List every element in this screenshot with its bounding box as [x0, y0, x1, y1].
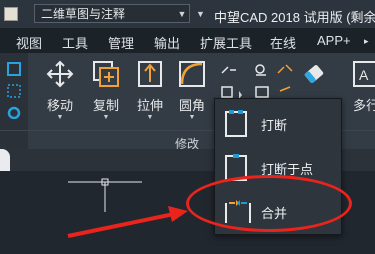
break-icon [225, 110, 247, 137]
break-at-point-icon [225, 154, 247, 181]
join-icon [225, 200, 251, 223]
menu-item-label: 打断于点 [261, 162, 314, 177]
menu-item-join[interactable]: 合并 [215, 191, 341, 231]
menu-item-break[interactable]: 打断 [215, 103, 341, 143]
menu-item-label: 合并 [261, 206, 288, 221]
menu-item-break-at-point[interactable]: 打断于点 [215, 147, 341, 187]
break-dropdown-menu: 打断 打断于点 合并 [214, 98, 342, 235]
menu-item-label: 打断 [261, 118, 288, 133]
